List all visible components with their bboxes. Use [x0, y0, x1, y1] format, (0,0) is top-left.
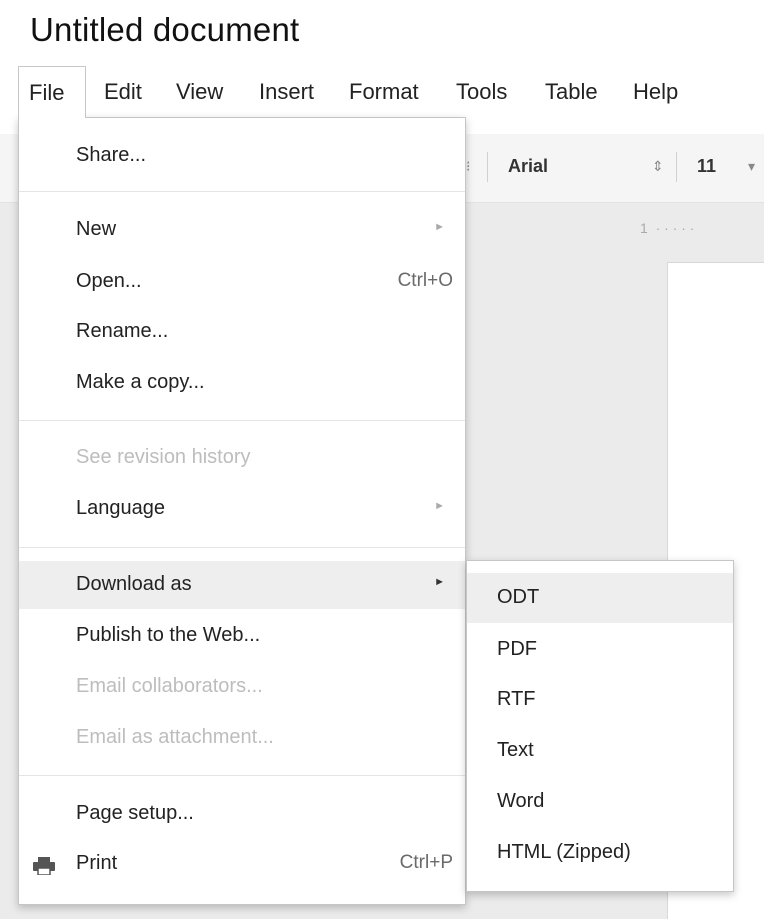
menu-divider	[19, 775, 465, 776]
ruler[interactable]: 1 · · · · ·	[640, 215, 764, 241]
download-option-odt[interactable]: ODT	[467, 573, 733, 623]
submenu-item-label: ODT	[497, 586, 540, 608]
download-option-word[interactable]: Word	[467, 777, 733, 827]
chevron-down-icon[interactable]: ▾	[748, 158, 755, 175]
menu-divider	[19, 547, 465, 548]
printer-icon	[33, 857, 55, 875]
menu-divider	[19, 420, 465, 421]
menu-item-make-copy[interactable]: Make a copy...	[19, 359, 465, 407]
menu-item-rename[interactable]: Rename...	[19, 308, 465, 356]
menu-item-label: Rename...	[76, 320, 169, 342]
menu-divider	[19, 191, 465, 192]
menu-item-language[interactable]: Language ►	[19, 485, 465, 533]
download-submenu: ODT PDF RTF Text Word HTML (Zipped)	[466, 560, 734, 892]
download-option-pdf[interactable]: PDF	[467, 625, 733, 675]
menu-insert[interactable]: Insert	[249, 66, 324, 118]
menu-item-label: Email as attachment...	[76, 726, 274, 748]
menu-item-email-collaborators: Email collaborators...	[19, 663, 465, 711]
menu-item-label: Email collaborators...	[76, 675, 263, 697]
menu-item-new[interactable]: New ►	[19, 206, 465, 254]
menu-item-label: Make a copy...	[76, 371, 205, 393]
shortcut-label: Ctrl+O	[397, 270, 453, 291]
menu-bar: File Edit View Insert Format Tools Table…	[18, 66, 764, 118]
toolbar-divider	[487, 152, 488, 182]
menu-file[interactable]: File	[18, 66, 86, 118]
menu-item-publish[interactable]: Publish to the Web...	[19, 612, 465, 660]
shortcut-label: Ctrl+P	[399, 852, 453, 873]
menu-view[interactable]: View	[166, 66, 233, 118]
menu-item-label: Download as	[76, 573, 192, 595]
menu-item-open[interactable]: Open... Ctrl+O	[19, 258, 465, 306]
menu-item-label: Print	[76, 852, 118, 874]
file-menu: Share... New ► Open... Ctrl+O Rename... …	[18, 117, 466, 905]
submenu-item-label: Word	[497, 790, 545, 812]
menu-help[interactable]: Help	[623, 66, 688, 118]
menu-item-page-setup[interactable]: Page setup...	[19, 790, 465, 838]
submenu-item-label: HTML (Zipped)	[497, 841, 631, 863]
font-size-select[interactable]: 11	[697, 156, 716, 177]
menu-item-print[interactable]: Print Ctrl+P	[19, 840, 465, 888]
menu-item-label: Share...	[76, 144, 147, 166]
font-stepper-icon[interactable]: ⇕	[652, 158, 664, 175]
menu-item-label: Open...	[76, 270, 142, 292]
menu-item-label: Publish to the Web...	[76, 624, 261, 646]
menu-item-revision-history: See revision history	[19, 434, 465, 482]
menu-item-label: See revision history	[76, 446, 251, 468]
menu-format[interactable]: Format	[339, 66, 429, 118]
submenu-item-label: Text	[497, 739, 534, 761]
menu-item-label: Page setup...	[76, 802, 194, 824]
style-stepper-icon[interactable]: ⁝	[466, 158, 470, 175]
menu-item-download-as[interactable]: Download as ►	[19, 561, 465, 609]
menu-item-label: New	[76, 218, 117, 240]
document-title[interactable]: Untitled document	[30, 8, 299, 52]
menu-table[interactable]: Table	[535, 66, 608, 118]
submenu-arrow-icon: ►	[434, 576, 445, 588]
font-name-select[interactable]: Arial	[508, 156, 548, 177]
download-option-html-zipped[interactable]: HTML (Zipped)	[467, 828, 733, 878]
menu-item-share[interactable]: Share...	[19, 132, 465, 180]
submenu-arrow-icon: ►	[434, 221, 445, 233]
submenu-item-label: PDF	[497, 638, 537, 660]
download-option-rtf[interactable]: RTF	[467, 675, 733, 725]
submenu-item-label: RTF	[497, 688, 536, 710]
toolbar-divider	[676, 152, 677, 182]
ruler-marker: 1	[640, 220, 648, 236]
menu-item-email-attachment: Email as attachment...	[19, 714, 465, 762]
menu-edit[interactable]: Edit	[94, 66, 152, 118]
menu-tools[interactable]: Tools	[446, 66, 517, 118]
submenu-arrow-icon: ►	[434, 500, 445, 512]
download-option-text[interactable]: Text	[467, 726, 733, 776]
menu-item-label: Language	[76, 497, 165, 519]
